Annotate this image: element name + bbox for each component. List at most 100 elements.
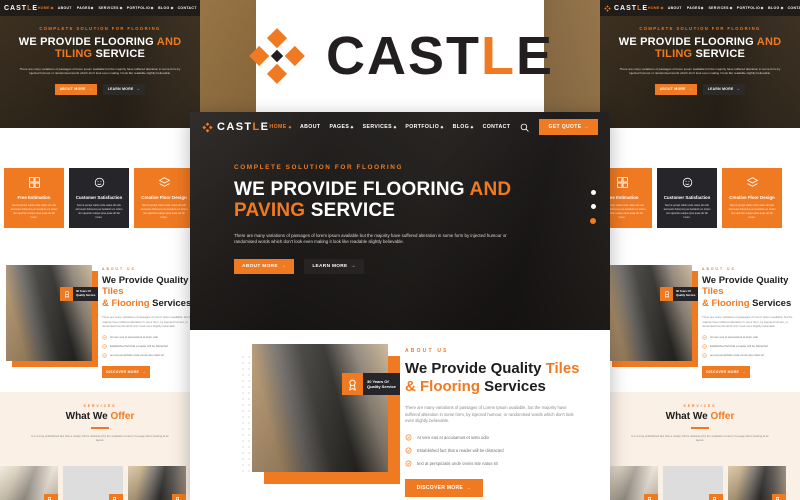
hero-about-more-button[interactable]: ABOUT MORE → — [234, 259, 294, 275]
nav-links-right[interactable]: HOME ABOUT PAGES SERVICES PORTFOLIO BLOG… — [648, 6, 800, 10]
feature-card-creative-floor-design[interactable]: Creative Floor Design Sed ut perspi ciat… — [134, 168, 194, 228]
nav-item-services[interactable]: SERVICES — [708, 6, 733, 10]
check-circle-icon — [702, 334, 707, 340]
chevron-down-icon — [50, 6, 54, 10]
hero-eyebrow: COMPLETE SOLUTION FOR FLOORING — [39, 26, 161, 31]
about-bullet: text at perspiciatis unde omnis iste nat… — [405, 460, 580, 467]
nav-item-blog[interactable]: BLOG — [453, 124, 475, 130]
nav-item-contact[interactable]: CONTACT — [788, 6, 800, 10]
nav-links-left[interactable]: HOME ABOUT PAGES SERVICES PORTFOLIO BLOG… — [38, 6, 197, 10]
nav-item-pages[interactable]: PAGES — [687, 6, 704, 10]
services-section-right: SERVICES What We Offer It is a long esta… — [600, 392, 800, 500]
floor-design-icon — [746, 176, 759, 189]
nav-item-services[interactable]: SERVICES — [98, 6, 123, 10]
search-icon[interactable] — [520, 123, 530, 132]
slider-dot-2[interactable] — [590, 204, 596, 209]
service-card[interactable] — [728, 466, 786, 500]
slider-dot-3[interactable] — [590, 218, 596, 224]
logo-center[interactable]: CASTLE — [202, 121, 269, 133]
nav-links-center[interactable]: HOME ABOUT PAGES SERVICES PORTFOLIO BLOG… — [269, 124, 510, 130]
diamond-logo-icon — [246, 25, 308, 87]
main-panel-center[interactable]: CASTLE HOME ABOUT PAGES SERVICES PORTFOL… — [190, 112, 610, 500]
check-circle-icon — [702, 352, 707, 358]
service-card[interactable] — [63, 466, 123, 500]
chevron-down-icon — [729, 6, 733, 10]
chevron-down-icon — [350, 125, 355, 129]
nav-item-services[interactable]: SERVICES — [363, 124, 397, 130]
slider-dot-1[interactable] — [590, 190, 596, 195]
logo-left[interactable]: CASTLE — [4, 5, 38, 12]
nav-item-portfolio[interactable]: PORTFOLIO — [127, 6, 154, 10]
nav-item-about[interactable]: ABOUT — [300, 124, 320, 130]
feature-card-text: Sed ut perspi ciatis unde natus all volu… — [663, 204, 711, 219]
chevron-down-icon — [470, 125, 475, 129]
nav-item-blog[interactable]: BLOG — [158, 6, 173, 10]
about-bullet: At vero eos et accusamus et iusto odio — [702, 334, 798, 340]
brand-wordmark: CASTLE — [217, 121, 270, 133]
about-bullet: Established fact that a reader will be d… — [702, 343, 798, 349]
title-underline — [91, 427, 109, 429]
check-circle-icon — [405, 460, 412, 467]
nav-item-about[interactable]: ABOUT — [58, 6, 72, 10]
nav-item-blog[interactable]: BLOG — [768, 6, 783, 10]
chevron-down-icon — [440, 125, 445, 129]
about-kicker: ABOUT US — [102, 267, 136, 271]
nav-item-home[interactable]: HOME — [269, 124, 292, 130]
years-badge: 30 Years Of Quality Service — [342, 373, 400, 395]
about-discover-more-button[interactable]: DISCOVER MORE → — [405, 479, 483, 498]
check-circle-icon — [102, 334, 107, 340]
feature-card-customer-satisfaction[interactable]: Customer Satisfaction Sed ut perspi ciat… — [69, 168, 129, 228]
service-card[interactable] — [128, 466, 186, 500]
service-card[interactable] — [0, 466, 58, 500]
hero-slider-dots[interactable] — [590, 190, 596, 224]
service-card[interactable] — [663, 466, 723, 500]
hero-learn-more-button[interactable]: LEARN MORE → — [304, 259, 364, 275]
feature-card-creative-floor-design[interactable]: Creative Floor Design Sed ut perspi ciat… — [722, 168, 782, 228]
preview-panel-right[interactable]: CASTLE HOME ABOUT PAGES SERVICES PORTFOL… — [600, 0, 800, 500]
nav-item-contact[interactable]: CONTACT — [178, 6, 197, 10]
feature-card-free-estimation[interactable]: Free Estimation Sed ut perspi ciatis und… — [4, 168, 64, 228]
floor-tile-icon — [709, 494, 723, 500]
about-photo — [606, 265, 692, 361]
chevron-down-icon — [119, 6, 123, 10]
nav-item-about[interactable]: ABOUT — [668, 6, 682, 10]
nav-item-portfolio[interactable]: PORTFOLIO — [737, 6, 764, 10]
preview-panel-left[interactable]: CASTLE HOME ABOUT PAGES SERVICES PORTFOL… — [0, 0, 200, 500]
hero-about-more-button[interactable]: ABOUT MORE → — [55, 83, 97, 95]
nav-item-home[interactable]: HOME — [648, 6, 664, 10]
feature-card-customer-satisfaction[interactable]: Customer Satisfaction Sed ut perspi ciat… — [657, 168, 717, 228]
feature-card-title: Free Estimation — [605, 195, 639, 200]
hero-learn-more-button[interactable]: LEARN MORE → — [703, 83, 745, 95]
about-copy-right: ABOUT US We Provide Quality Tiles & Floo… — [702, 267, 798, 378]
customer-face-icon — [681, 176, 694, 189]
services-kicker: SERVICES — [683, 404, 717, 408]
about-bullet: Established fact that a reader will be d… — [102, 343, 198, 349]
about-photo — [252, 344, 388, 472]
nav-item-contact[interactable]: CONTACT — [483, 124, 511, 130]
customer-face-icon — [93, 176, 106, 189]
chevron-down-icon — [393, 125, 397, 129]
feature-card-text: Sed ut perspi ciatis unde natus all volu… — [728, 204, 776, 219]
nav-item-pages[interactable]: PAGES — [77, 6, 94, 10]
about-title: We Provide Quality Tiles & Flooring Serv… — [405, 360, 580, 395]
hero-about-more-button[interactable]: ABOUT MORE → — [655, 83, 697, 95]
navbar-right[interactable]: CASTLE HOME ABOUT PAGES SERVICES PORTFOL… — [600, 0, 800, 16]
logo-right[interactable]: CASTLE — [604, 5, 648, 12]
feature-card-title: Customer Satisfaction — [75, 195, 123, 200]
about-discover-more-button[interactable]: DISCOVER MORE → — [102, 365, 150, 378]
nav-item-pages[interactable]: PAGES — [329, 124, 355, 130]
hero-paragraph: There are many variations of passages of… — [619, 66, 781, 76]
about-image-wrap: 30 Years Of Quality Service — [606, 265, 698, 367]
nav-item-portfolio[interactable]: PORTFOLIO — [405, 124, 445, 130]
tile-grid-icon — [616, 176, 629, 189]
chevron-down-icon — [150, 6, 154, 10]
navbar-left[interactable]: CASTLE HOME ABOUT PAGES SERVICES PORTFOL… — [0, 0, 200, 16]
hero-learn-more-button[interactable]: LEARN MORE → — [103, 83, 145, 95]
hero-title: WE PROVIDE FLOORING AND TILING SERVICE — [18, 36, 182, 61]
feature-cards-right: Free Estimation Sed ut perspi ciatis und… — [600, 168, 782, 228]
nav-item-home[interactable]: HOME — [38, 6, 54, 10]
about-discover-more-button[interactable]: DISCOVER MORE → — [702, 365, 750, 378]
services-section-left: SERVICES What We Offer It is a long esta… — [0, 392, 200, 500]
get-quote-button-center[interactable]: GET QUOTE → — [539, 119, 598, 135]
navbar-center[interactable]: CASTLE HOME ABOUT PAGES SERVICES PORTFOL… — [190, 115, 610, 139]
